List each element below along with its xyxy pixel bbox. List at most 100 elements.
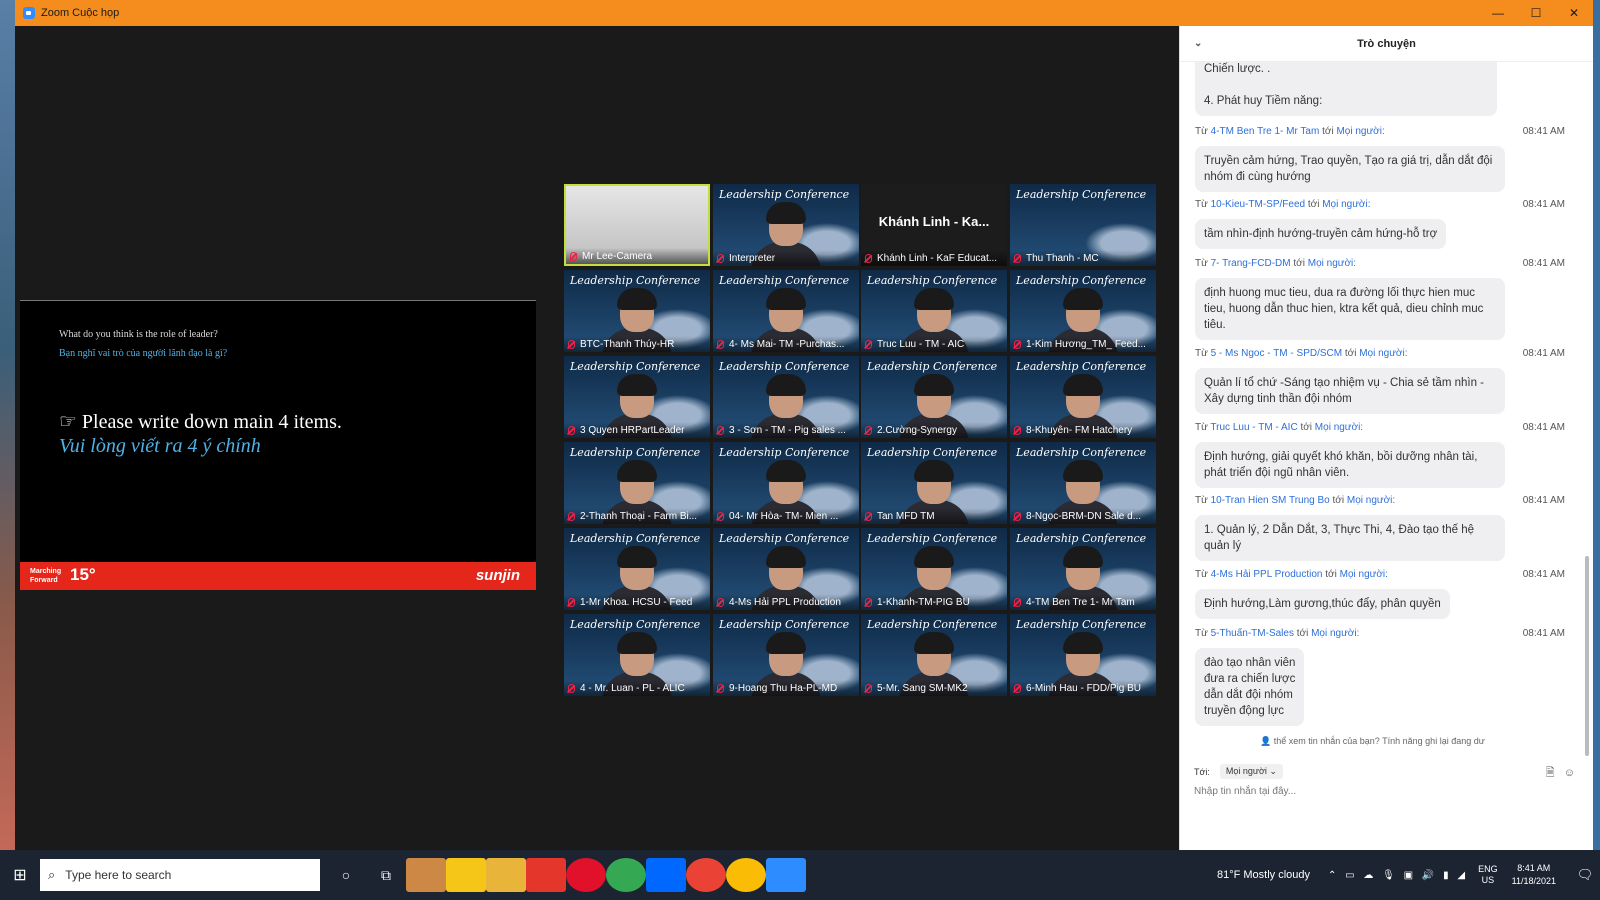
muted-mic-icon: [717, 339, 724, 349]
participant-name-bar: 3 - Sơn - TM - Pig sales ...: [713, 422, 859, 438]
chat-message-meta: Từ 7- Trang-FCD-DM tới Mọi người: 08:41 A…: [1195, 258, 1565, 269]
desktop-right-edge: [1593, 0, 1600, 868]
maximize-button[interactable]: ☐: [1517, 0, 1555, 26]
virtual-background-caption: Leadership Conference: [1016, 532, 1147, 545]
participant-tile[interactable]: Leadership Conference Thu Thanh - MC: [1010, 184, 1156, 266]
participant-tile[interactable]: Leadership Conference Interpreter: [713, 184, 859, 266]
chat-timestamp: 08:41 AM: [1522, 569, 1565, 580]
emoji-icon[interactable]: ☺: [1564, 767, 1575, 779]
chrome-icon[interactable]: [606, 858, 646, 892]
start-button[interactable]: ⊞: [0, 860, 40, 890]
participant-tile[interactable]: Leadership Conference 1-Kim Hương_TM_ Fee…: [1010, 270, 1156, 352]
chat-sender[interactable]: 7- Trang-FCD-DM: [1211, 258, 1291, 269]
chat-recipient[interactable]: Mọi người:: [1322, 199, 1370, 210]
participant-tile[interactable]: Leadership Conference Truc Luu - TM - AIC: [861, 270, 1007, 352]
chat-input[interactable]: Nhập tin nhắn tại đây...: [1194, 786, 1296, 797]
chat-sender[interactable]: 4-TM Ben Tre 1- Mr Tam: [1211, 126, 1320, 137]
participant-tile[interactable]: Leadership Conference 4-TM Ben Tre 1- Mr …: [1010, 528, 1156, 610]
participant-tile[interactable]: Leadership Conference 9-Hoang Thu Ha-PL-M…: [713, 614, 859, 696]
chat-header: ⌄ Trò chuyện: [1180, 26, 1593, 62]
minimize-button[interactable]: —: [1479, 0, 1517, 26]
zoom-taskbar-icon[interactable]: [766, 858, 806, 892]
participant-display-name: Khánh Linh - Ka...: [878, 214, 990, 229]
cortana-icon[interactable]: ○: [326, 858, 366, 892]
chat-sender[interactable]: 10-Tran Hien SM Trung Bo: [1211, 495, 1330, 506]
app-icon-1[interactable]: [406, 858, 446, 892]
chat-scrollbar[interactable]: [1585, 556, 1589, 756]
participant-tile[interactable]: Leadership Conference 6-Minh Hau - FDD/Pi…: [1010, 614, 1156, 696]
participant-name-bar: 2.Cường-Synergy: [861, 422, 1007, 438]
chat-sender[interactable]: 5 - Ms Ngoc - TM - SPD/SCM: [1211, 348, 1343, 359]
chat-recipient[interactable]: Mọi người:: [1311, 628, 1359, 639]
window-title: Zoom Cuộc họp: [41, 7, 120, 19]
participant-tile[interactable]: Leadership Conference 2.Cường-Synergy: [861, 356, 1007, 438]
weather-widget[interactable]: 81°F Mostly cloudy: [1217, 869, 1310, 881]
zalo-icon[interactable]: [646, 858, 686, 892]
chat-message-meta: Từ 4-TM Ben Tre 1- Mr Tam tới Mọi người:…: [1195, 126, 1565, 137]
muted-mic-icon: [865, 253, 872, 263]
chat-sender[interactable]: 10-Kieu-TM-SP/Feed: [1211, 199, 1305, 210]
window-controls: — ☐ ✕: [1479, 0, 1593, 26]
participant-tile[interactable]: Leadership Conference 3 Quyen HRPartLeade…: [564, 356, 710, 438]
participant-tile[interactable]: Leadership Conference 3 - Sơn - TM - Pig …: [713, 356, 859, 438]
participant-name-bar: 04- Mr Hòa- TM- Mien ...: [713, 508, 859, 524]
chat-timestamp: 08:41 AM: [1522, 422, 1565, 433]
participant-tile[interactable]: Leadership Conference 4 - Mr. Luan - PL -…: [564, 614, 710, 696]
task-view-icon[interactable]: ⧉: [366, 858, 406, 892]
participant-tile[interactable]: Khánh Linh - Ka... Khánh Linh - KaF Educa…: [861, 184, 1007, 266]
participant-name-bar: 8-Khuyên- FM Hatchery: [1010, 422, 1156, 438]
sticky-notes-icon[interactable]: [446, 858, 486, 892]
participant-tile[interactable]: Leadership Conference Tan MFD TM: [861, 442, 1007, 524]
language-indicator[interactable]: ENG US: [1478, 864, 1498, 886]
muted-mic-icon: [1014, 339, 1021, 349]
close-button[interactable]: ✕: [1555, 0, 1593, 26]
clock[interactable]: 8:41 AM 11/18/2021: [1512, 862, 1556, 888]
chevron-down-icon[interactable]: ⌄: [1194, 38, 1202, 49]
participant-gallery: Mr Lee-Camera Leadership Conference Interp…: [564, 184, 1156, 696]
participant-name-bar: 5-Mr. Sang SM-MK2: [861, 680, 1007, 696]
chat-recipient[interactable]: Mọi người:: [1308, 258, 1356, 269]
chat-recipient[interactable]: Mọi người:: [1336, 126, 1384, 137]
chat-message: Từ 10-Tran Hien SM Trung Bo tới Mọi ngườ…: [1195, 495, 1565, 561]
participant-name: 4-Ms Hải PPL Production: [729, 596, 841, 608]
chat-recipient[interactable]: Mọi người:: [1359, 348, 1407, 359]
virtual-background-caption: Leadership Conference: [719, 618, 850, 631]
virtual-background-caption: Leadership Conference: [570, 532, 701, 545]
chat-recipient[interactable]: Mọi người:: [1340, 569, 1388, 580]
participant-tile[interactable]: Leadership Conference 8-Khuyên- FM Hatche…: [1010, 356, 1156, 438]
participant-tile[interactable]: Mr Lee-Camera: [564, 184, 710, 266]
participant-tile[interactable]: Leadership Conference 4-Ms Hải PPL Produc…: [713, 528, 859, 610]
participant-name-bar: 6-Minh Hau - FDD/Pig BU: [1010, 680, 1156, 696]
participant-name-bar: 9-Hoang Thu Ha-PL-MD: [713, 680, 859, 696]
person-hair: [914, 374, 954, 396]
participant-name: 8-Ngọc-BRM-DN Sale d...: [1026, 510, 1142, 522]
participant-tile[interactable]: Leadership Conference 1-Khanh-TM-PIG BU: [861, 528, 1007, 610]
virtual-background-caption: Leadership Conference: [570, 274, 701, 287]
taskbar-search[interactable]: ⌕ Type here to search: [40, 859, 320, 891]
recipient-select[interactable]: Mọi người ⌄: [1219, 764, 1283, 779]
file-explorer-icon[interactable]: [486, 858, 526, 892]
participant-tile[interactable]: Leadership Conference BTC-Thanh Thúy-HR: [564, 270, 710, 352]
chat-sender[interactable]: 5-Thuấn-TM-Sales: [1211, 628, 1294, 639]
file-icon[interactable]: 🗎: [1546, 767, 1555, 779]
participant-tile[interactable]: Leadership Conference 04- Mr Hòa- TM- Mie…: [713, 442, 859, 524]
participant-tile[interactable]: Leadership Conference 1-Mr Khoa. HCSU - F…: [564, 528, 710, 610]
opera-icon[interactable]: [566, 858, 606, 892]
tray-icons[interactable]: ⌃ ▭ ☁ 🎙 ▣ 🔊 ▮ ◢: [1328, 870, 1468, 881]
virtual-background-caption: Leadership Conference: [867, 446, 998, 459]
to-word: tới: [1300, 422, 1313, 433]
wps-icon[interactable]: [526, 858, 566, 892]
notification-icon[interactable]: 🗨: [1570, 867, 1600, 883]
chrome-profile-2-icon[interactable]: [726, 858, 766, 892]
chat-recipient[interactable]: Mọi người:: [1347, 495, 1395, 506]
participant-tile[interactable]: Leadership Conference 5-Mr. Sang SM-MK2: [861, 614, 1007, 696]
chat-sender[interactable]: Truc Luu - TM - AIC: [1210, 422, 1297, 433]
chat-sender[interactable]: 4-Ms Hải PPL Production: [1211, 569, 1323, 580]
participant-tile[interactable]: Leadership Conference 2-Thanh Thoại - Far…: [564, 442, 710, 524]
chat-recipient[interactable]: Mọi người:: [1315, 422, 1363, 433]
participant-tile[interactable]: Leadership Conference 4- Ms Mai- TM -Purc…: [713, 270, 859, 352]
participant-tile[interactable]: Leadership Conference 8-Ngọc-BRM-DN Sale …: [1010, 442, 1156, 524]
chat-tools: 🗎 ☺: [1546, 764, 1575, 783]
chat-messages[interactable]: Chiến lược. . 4. Phát huy Tiềm năng: Từ …: [1180, 62, 1594, 730]
chrome-profile-icon[interactable]: [686, 858, 726, 892]
